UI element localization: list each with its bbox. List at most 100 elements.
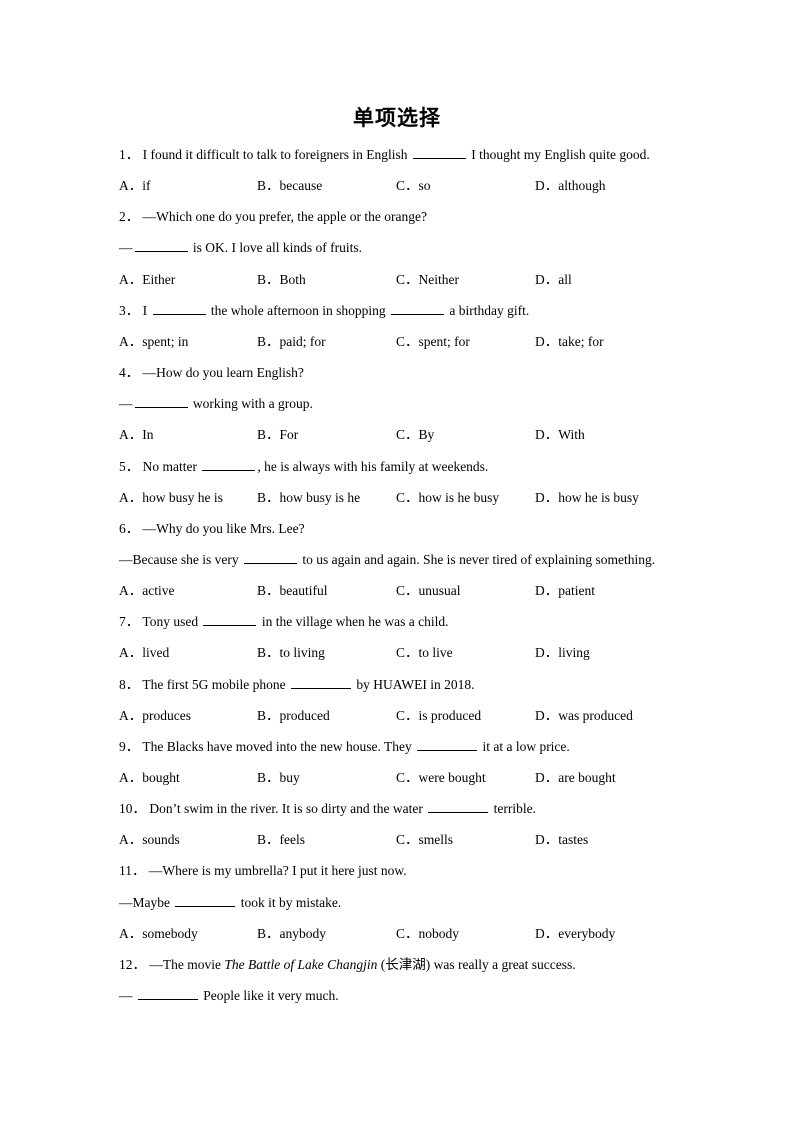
option-d[interactable]: D．tastes bbox=[535, 831, 673, 849]
options-row: A．lived B．to living C．to live D．living bbox=[119, 644, 719, 662]
option-c[interactable]: C．so bbox=[396, 177, 534, 195]
options-row: A．Either B．Both C．Neither D．all bbox=[119, 271, 719, 289]
question-number: 3． bbox=[119, 302, 143, 318]
option-d[interactable]: D．everybody bbox=[535, 925, 673, 943]
question-text: in the village when he was a child. bbox=[258, 614, 449, 630]
option-b[interactable]: B．For bbox=[257, 426, 395, 444]
question-text: —The movie bbox=[149, 956, 225, 972]
question-dialogue-line: — working with a group. bbox=[119, 395, 313, 413]
option-a[interactable]: A．sounds bbox=[119, 831, 257, 849]
answer-blank bbox=[428, 800, 489, 814]
question-text: terrible. bbox=[490, 801, 536, 817]
question-stem: 5． No matter , he is always with his fam… bbox=[119, 458, 488, 476]
option-b[interactable]: B．paid; for bbox=[257, 333, 395, 351]
question-stem: 9． The Blacks have moved into the new ho… bbox=[119, 738, 570, 756]
answer-blank bbox=[202, 458, 256, 471]
question-text: took it by mistake. bbox=[237, 894, 342, 910]
question-text: working with a group. bbox=[189, 396, 313, 412]
option-b[interactable]: B．buy bbox=[257, 769, 395, 787]
question-stem: 11． —Where is my umbrella? I put it here… bbox=[119, 862, 407, 880]
option-c[interactable]: C．to live bbox=[396, 644, 534, 662]
question-dialogue-line: — is OK. I love all kinds of fruits. bbox=[119, 239, 362, 257]
option-d[interactable]: D．was produced bbox=[535, 707, 673, 725]
option-a[interactable]: A．Either bbox=[119, 271, 257, 289]
option-a[interactable]: A．somebody bbox=[119, 925, 257, 943]
question-text: I bbox=[142, 302, 151, 318]
question-stem: 3． I the whole afternoon in shopping a b… bbox=[119, 302, 529, 320]
option-c[interactable]: C．were bought bbox=[396, 769, 534, 787]
question-text: The Blacks have moved into the new house… bbox=[142, 738, 416, 754]
question-stem: 6． —Why do you like Mrs. Lee? bbox=[119, 520, 305, 538]
question-text: is OK. I love all kinds of fruits. bbox=[189, 240, 362, 256]
option-a[interactable]: A．bought bbox=[119, 769, 257, 787]
option-d[interactable]: D．although bbox=[535, 177, 673, 195]
option-c[interactable]: C．By bbox=[396, 426, 534, 444]
option-a[interactable]: A．spent; in bbox=[119, 333, 257, 351]
question-text: Tony used bbox=[142, 614, 202, 630]
option-a[interactable]: A．produces bbox=[119, 707, 257, 725]
question-number: 4． bbox=[119, 365, 143, 381]
question-stem: 4． —How do you learn English? bbox=[119, 364, 304, 382]
options-row: A．spent; in B．paid; for C．spent; for D．take… bbox=[119, 333, 719, 351]
answer-blank bbox=[134, 395, 188, 409]
option-d[interactable]: D．all bbox=[535, 271, 673, 289]
question-number: 10． bbox=[119, 801, 150, 817]
option-d[interactable]: D．With bbox=[535, 426, 673, 444]
option-b[interactable]: B．because bbox=[257, 177, 395, 195]
question-stem: 2． —Which one do you prefer, the apple o… bbox=[119, 208, 427, 226]
question-dialogue-line: —Maybe took it by mistake. bbox=[119, 894, 341, 912]
question-number: 2． bbox=[119, 209, 143, 225]
option-c[interactable]: C．spent; for bbox=[396, 333, 534, 351]
question-text: the whole afternoon in shopping bbox=[207, 302, 389, 318]
option-d[interactable]: D．are bought bbox=[535, 769, 673, 787]
answer-blank bbox=[417, 738, 478, 751]
question-text: , he is always with his family at weeken… bbox=[257, 458, 489, 474]
option-d[interactable]: D．take; for bbox=[535, 333, 673, 351]
question-text: I found it difficult to talk to foreigne… bbox=[142, 147, 411, 162]
question-text: — bbox=[119, 396, 133, 412]
option-b[interactable]: B．to living bbox=[257, 644, 395, 662]
question-number: 6． bbox=[119, 520, 143, 536]
option-a[interactable]: A．In bbox=[119, 426, 257, 444]
option-b[interactable]: B．how busy is he bbox=[257, 489, 395, 507]
options-row: A．how busy he is B．how busy is he C．how is… bbox=[119, 489, 719, 507]
option-c[interactable]: C．Neither bbox=[396, 271, 534, 289]
movie-title: The Battle of Lake Changjin bbox=[224, 956, 378, 972]
option-b[interactable]: B．produced bbox=[257, 707, 395, 725]
question-number: 8． bbox=[119, 676, 143, 692]
question-number: 5． bbox=[119, 458, 143, 474]
question-number: 11． bbox=[119, 863, 149, 879]
option-b[interactable]: B．feels bbox=[257, 831, 395, 849]
option-a[interactable]: A．how busy he is bbox=[119, 489, 257, 507]
question-text: —Maybe bbox=[119, 894, 174, 910]
question-text: it at a low price. bbox=[479, 738, 570, 754]
question-dialogue-line: —Because she is very to us again and aga… bbox=[119, 551, 655, 569]
option-b[interactable]: B．Both bbox=[257, 271, 395, 289]
option-d[interactable]: D．how he is busy bbox=[535, 489, 673, 507]
option-a[interactable]: A．lived bbox=[119, 644, 257, 662]
answer-blank bbox=[137, 987, 198, 1001]
question-text: (长津湖) was really a great success. bbox=[377, 956, 576, 972]
option-c[interactable]: C．nobody bbox=[396, 925, 534, 943]
option-c[interactable]: C．unusual bbox=[396, 582, 534, 600]
question-text: —Where is my umbrella? I put it here jus… bbox=[148, 863, 407, 879]
option-a[interactable]: A．active bbox=[119, 582, 257, 600]
option-c[interactable]: C．how is he busy bbox=[396, 489, 534, 507]
page-title: 单项选择 bbox=[353, 105, 441, 130]
option-d[interactable]: D．living bbox=[535, 644, 673, 662]
question-text: Don’t swim in the river. It is so dirty … bbox=[149, 801, 427, 817]
option-b[interactable]: B．anybody bbox=[257, 925, 395, 943]
option-d[interactable]: D．patient bbox=[535, 582, 673, 600]
question-text: No matter bbox=[142, 458, 201, 474]
answer-blank bbox=[203, 613, 257, 627]
question-number: 7． bbox=[119, 614, 143, 630]
question-text: to us again and again. She is never tire… bbox=[298, 551, 656, 567]
option-b[interactable]: B．beautiful bbox=[257, 582, 395, 600]
question-number: 1． bbox=[119, 147, 143, 162]
options-row: A．if B．because C．so D．although bbox=[119, 177, 719, 195]
question-stem: 12． —The movie The Battle of Lake Changj… bbox=[119, 956, 576, 974]
option-a[interactable]: A．if bbox=[119, 177, 257, 195]
options-row: A．In B．For C．By D．With bbox=[119, 426, 719, 444]
option-c[interactable]: C．is produced bbox=[396, 707, 534, 725]
option-c[interactable]: C．smells bbox=[396, 831, 534, 849]
